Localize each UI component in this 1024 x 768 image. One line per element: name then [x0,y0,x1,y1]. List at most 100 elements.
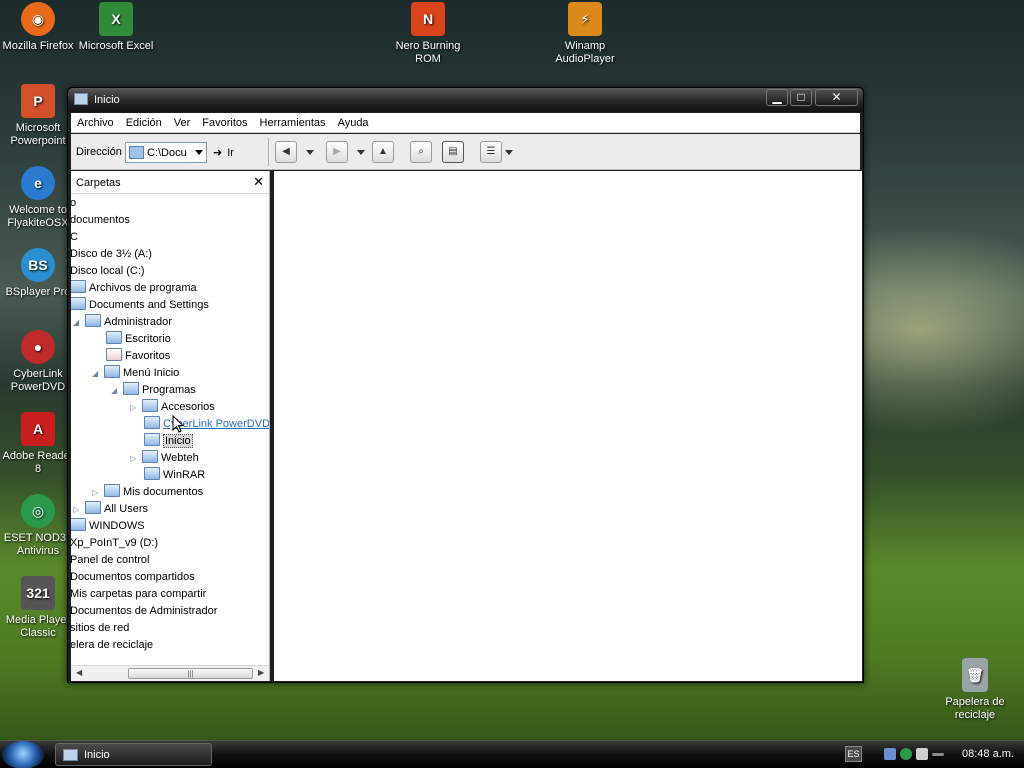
desktop-icon-firefox[interactable]: ◉ Mozilla Firefox [0,2,78,53]
desktop-icon-label: Mozilla Firefox [2,40,74,52]
tree-item[interactable]: Favoritos [106,348,170,365]
address-combobox[interactable]: C:\Docu [125,142,207,163]
tree-item[interactable]: Archivos de programa [71,280,197,297]
folder-icon [71,280,86,293]
tree-item[interactable]: Escritorio [106,331,171,348]
desktop-icon-recycle-bin[interactable]: 🗑 Papelera de reciclaje [935,658,1015,722]
minimize-button[interactable]: ▁ [766,89,788,106]
menu-herramientas[interactable]: Herramientas [254,113,332,133]
up-button[interactable]: ▲ [372,141,394,163]
folder-tree-header: Carpetas ✕ [71,171,269,194]
start-button[interactable] [2,741,44,768]
collapse-icon[interactable]: ◢ [111,382,121,399]
back-button[interactable]: ◀ [275,141,297,163]
taskbar-window-button[interactable]: Inicio [55,743,212,766]
go-button[interactable]: ➜ Ir [213,146,234,159]
folder-content-panel[interactable] [274,171,862,681]
menu-bar: Archivo Edición Ver Favoritos Herramientas Ay… [71,113,860,133]
tree-item[interactable]: documentos [71,212,130,229]
recycle-bin-icon: 🗑 [962,658,988,692]
tree-item[interactable]: ▷ Accesorios [130,399,215,416]
folder-icon [106,331,122,344]
menu-edicion[interactable]: Edición [120,113,168,133]
window-titlebar[interactable]: Inicio ▁ □ ✕ [68,88,863,112]
folder-icon [63,749,78,761]
forward-dropdown-icon[interactable] [357,150,365,155]
eset-tray-icon[interactable] [900,748,912,760]
tree-item[interactable]: ▷ All Users [73,501,148,518]
folders-view-icon: ▤ [448,146,458,157]
folders-button[interactable]: ▤ [442,141,464,163]
tree-item[interactable]: ◢ Programas [111,382,196,399]
clock[interactable]: 08:48 a.m. [962,748,1014,760]
desktop-icon-label: Microsoft Excel [78,40,154,52]
close-icon[interactable]: ✕ [253,174,264,190]
tree-item[interactable]: ◢ Administrador [73,314,172,331]
folder-tree-title: Carpetas [76,177,121,189]
menu-archivo[interactable]: Archivo [71,113,120,133]
desktop-icon-label: Nero Burning ROM [395,40,461,65]
tree-item[interactable]: elera de reciclaje [71,637,153,654]
collapse-icon[interactable]: ◢ [92,365,102,382]
adobe-reader-icon: A [21,412,55,446]
search-button[interactable]: ⌕ [410,141,432,163]
desktop-icon-label: Welcome to FlyakiteOSX [7,204,69,229]
collapse-icon[interactable]: ◢ [73,314,83,331]
desktop-icon-nero[interactable]: N Nero Burning ROM [388,2,468,66]
chevron-down-icon[interactable] [195,150,203,155]
expand-icon[interactable]: ▷ [73,501,83,518]
tree-item-selected[interactable]: Inicio [144,433,193,450]
tree-item[interactable]: Panel de control [71,552,150,569]
tree-item[interactable]: Disco de 3½ (A:) [71,246,152,263]
maximize-button[interactable]: □ [790,89,812,106]
folder-icon [142,399,158,412]
tree-item[interactable]: sitios de red [71,620,129,637]
tree-item[interactable]: Xp_PoInT_v9 (D:) [71,535,158,552]
tree-item[interactable]: C [71,229,78,246]
expand-icon[interactable]: ▷ [130,399,140,416]
tree-item[interactable]: WinRAR [144,467,205,484]
folder-icon [104,365,120,378]
volume-icon[interactable] [916,748,928,760]
desktop-icon-label: CyberLink PowerDVD [10,368,66,393]
tree-item[interactable]: Disco local (C:) [71,263,145,280]
forward-button[interactable]: ▶ [326,141,348,163]
scroll-right-icon[interactable]: ▶ [258,668,264,677]
desktop-icon-winamp[interactable]: ⚡ Winamp AudioPlayer [545,2,625,66]
folder-icon [144,433,160,446]
taskbar-window-label: Inicio [84,749,110,761]
tree-item[interactable]: ▷ Webteh [130,450,199,467]
tree-item[interactable]: Documentos de Administrador [71,603,217,620]
menu-ver[interactable]: Ver [168,113,197,133]
tree-horizontal-scrollbar[interactable]: ◀ ||| ▶ [71,665,269,681]
tree-item[interactable]: ◢ Menú Inicio [92,365,179,382]
network-icon[interactable] [884,748,896,760]
views-button[interactable]: ☰ [480,141,502,163]
tree-item[interactable]: ▷ Mis documentos [92,484,203,501]
menu-ayuda[interactable]: Ayuda [332,113,375,133]
scrollbar-thumb[interactable]: ||| [128,668,253,679]
tree-item[interactable]: WINDOWS [71,518,145,535]
safely-remove-icon[interactable] [932,753,944,756]
ie-icon: e [21,166,55,200]
close-button[interactable]: ✕ [815,89,858,106]
back-dropdown-icon[interactable] [306,150,314,155]
window-title: Inicio [94,94,120,106]
expand-icon[interactable]: ▷ [92,484,102,501]
folder-icon [71,297,86,310]
folder-icon [85,314,101,327]
tree-item[interactable]: Documents and Settings [71,297,209,314]
favorites-folder-icon [106,348,122,361]
expand-icon[interactable]: ▷ [130,450,140,467]
language-indicator[interactable]: ES [845,746,862,762]
tree-item[interactable]: Mis carpetas para compartir [71,586,206,603]
desktop-icon-excel[interactable]: X Microsoft Excel [76,2,156,53]
folder-icon [85,501,101,514]
tree-item[interactable]: Documentos compartidos [71,569,195,586]
views-dropdown-icon[interactable] [505,150,513,155]
tree-item[interactable]: o [71,195,76,212]
scroll-left-icon[interactable]: ◀ [76,668,82,677]
desktop-icon-label: ESET NOD32 Antivirus [3,532,73,557]
tree-item[interactable]: CyberLink PowerDVD [144,416,269,433]
menu-favoritos[interactable]: Favoritos [196,113,253,133]
